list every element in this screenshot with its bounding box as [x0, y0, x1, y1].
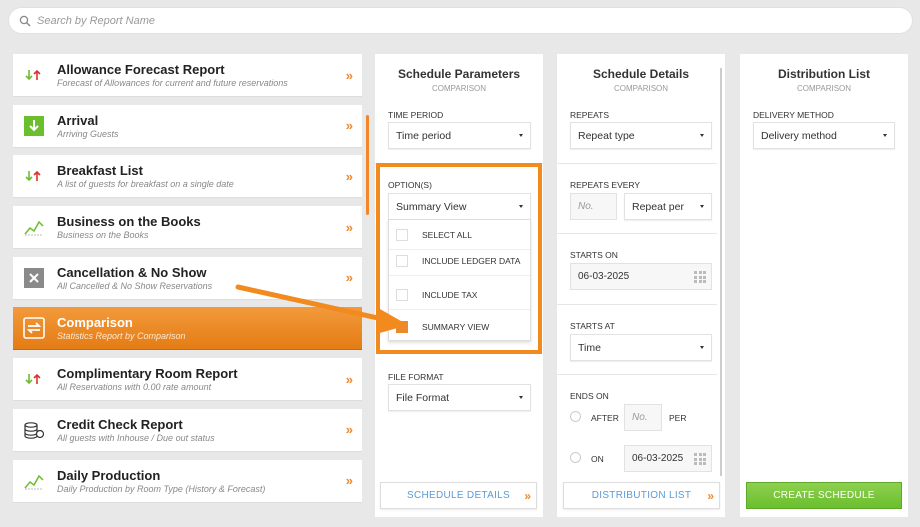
annotation-arrow-icon [235, 284, 408, 334]
